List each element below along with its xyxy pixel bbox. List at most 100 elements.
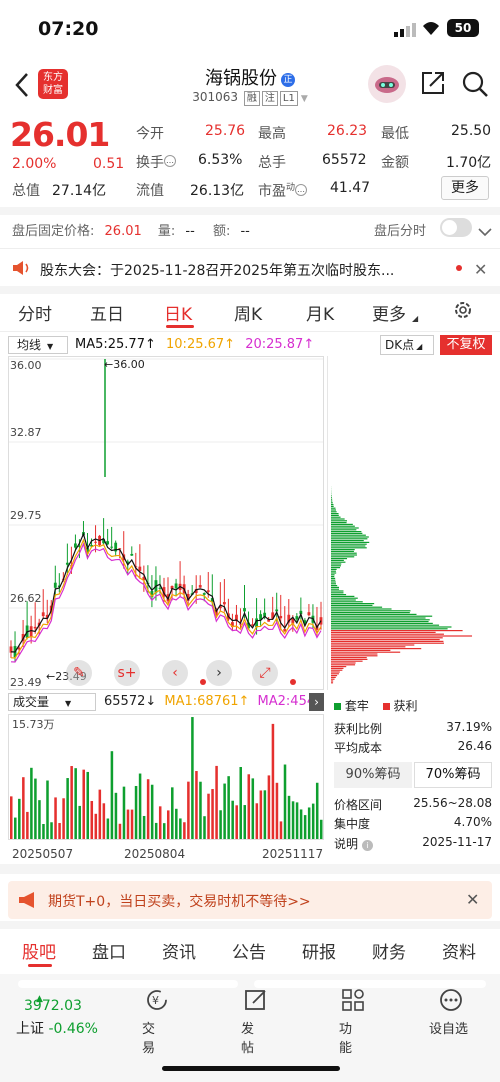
volume-values: 65572↓ MA1:68761↑ MA2:45439 [104,694,322,709]
chip-bar [331,637,443,639]
volume-bar [175,808,178,839]
chevron-down-icon[interactable]: ◢ [412,314,418,323]
indicator-select[interactable]: 均线 ▼ [8,336,68,354]
tab-more[interactable]: 更多 [372,300,406,325]
chip-bar [331,613,417,615]
divider [0,921,500,929]
volume-bar [38,800,41,839]
volume-select[interactable]: 成交量 ▼ [8,693,96,711]
chevron-left-icon[interactable]: ‹ [162,660,188,686]
tab-monthly-k[interactable]: 月K [306,300,334,325]
chip-bar [331,644,415,646]
volume-bar [259,790,263,839]
tab-daily-k[interactable]: 日K [164,300,192,325]
chip-bar [331,604,373,606]
dk-point-button[interactable]: DK点 ◢ [380,335,434,355]
fixed-price-value: 26.01 [104,224,142,239]
grid-icon[interactable] [341,988,365,1016]
index-change-row: 上证 -0.46% [16,1018,98,1038]
gear-icon[interactable] [452,299,474,325]
volume-bar [211,789,214,839]
close-icon[interactable]: ✕ [474,260,487,279]
chevron-right-icon[interactable]: › [206,660,232,686]
tab-news[interactable]: 资讯 [162,938,196,963]
more-dots-icon[interactable] [439,988,463,1016]
close-icon[interactable]: ✕ [466,890,479,909]
tab-weekly-k[interactable]: 周K [234,300,262,325]
vol-ma1: MA1:68761↑ [164,694,250,709]
volume-bar [299,809,303,839]
candle-body [202,593,206,595]
kline-chart[interactable] [8,356,324,690]
trade-icon[interactable]: ¥ [145,988,169,1016]
volume-bar [50,822,53,839]
tab-forum[interactable]: 股吧 [22,938,56,963]
volume-bar [271,723,275,839]
tab-finance[interactable]: 财务 [372,938,406,963]
volume-bar [295,802,299,839]
volume-bar [34,778,37,839]
index-indicator[interactable]: ▲ 3972.03 上证 -0.46% [16,994,108,1044]
date-end: 20251117 [262,847,324,861]
chevron-down-icon[interactable] [478,222,492,241]
chip-bar [331,495,332,497]
candle-body [279,615,283,619]
futures-banner[interactable]: 期货T+0，当日买卖，交易时机不等待>> ✕ [8,881,492,919]
share-icon[interactable] [420,70,446,100]
chip-bar [331,651,401,653]
stock-code: 301063 [192,90,239,104]
axis-label-bottom: 23.49 [10,676,42,689]
chip-tab-90[interactable]: 90%筹码 [334,762,412,788]
axis-label-2: 32.87 [10,426,42,439]
candle-body [174,583,178,589]
volume-bar [219,810,222,839]
draw-tool-icon[interactable]: ✎ [66,660,92,686]
banner-text: 期货T+0，当日买卖，交易时机不等待>> [48,894,311,910]
open-value: 25.76 [205,123,246,139]
expand-icon[interactable]: ⤢ [252,660,278,686]
tab-profile[interactable]: 资料 [442,938,476,963]
notice-text[interactable]: 股东大会：于2025-11-28召开2025年第五次临时股东... [40,260,445,280]
tag-margin: 融 [243,91,260,106]
chip-bar [331,554,357,556]
volume-bar [142,815,146,839]
volume-bar [70,766,73,839]
tab-intraday[interactable]: 分时 [18,300,52,325]
avatar[interactable] [368,65,406,103]
afterhours-toggle[interactable] [440,218,472,237]
search-icon[interactable] [461,70,489,102]
date-mid: 20250804 [124,847,186,861]
volume-bar [243,805,247,839]
tab-research[interactable]: 研报 [302,938,336,963]
chip-bar [331,527,359,529]
high-label: 最高 [258,126,286,142]
chip-tab-70[interactable]: 70%筹码 [414,762,492,788]
high-value: 26.23 [327,123,368,139]
watch-label: 设自选 [429,1022,469,1037]
chip-bar [331,624,440,626]
chip-bar [331,581,336,583]
chip-bar [331,595,355,597]
volume-bar [319,819,323,839]
chip-bar [331,576,335,578]
signal-s-icon[interactable]: s+ [114,660,140,686]
chevron-right-icon[interactable]: › [309,693,324,711]
tab-announcements[interactable]: 公告 [232,938,266,963]
no-adjust-button[interactable]: 不复权 [440,335,492,355]
volume-bar [247,774,251,839]
chevron-down-icon[interactable]: ▼ [301,94,308,104]
chip-bar [331,676,336,678]
edit-icon[interactable] [244,988,268,1016]
chip-bar [331,631,436,633]
volume-bar [122,786,126,839]
more-button[interactable]: 更多 [441,176,489,200]
tab-indicator [28,964,52,967]
divider [0,286,500,294]
tab-orderbook[interactable]: 盘口 [92,938,126,963]
volume-chart[interactable] [8,714,324,840]
chip-bar [331,666,347,668]
ma-values: MA5:25.77↑ 10:25.67↑ 20:25.87↑ [75,337,314,352]
tab-five-day[interactable]: 五日 [90,300,124,325]
ma-line [10,532,322,653]
volume-bar [42,823,45,839]
